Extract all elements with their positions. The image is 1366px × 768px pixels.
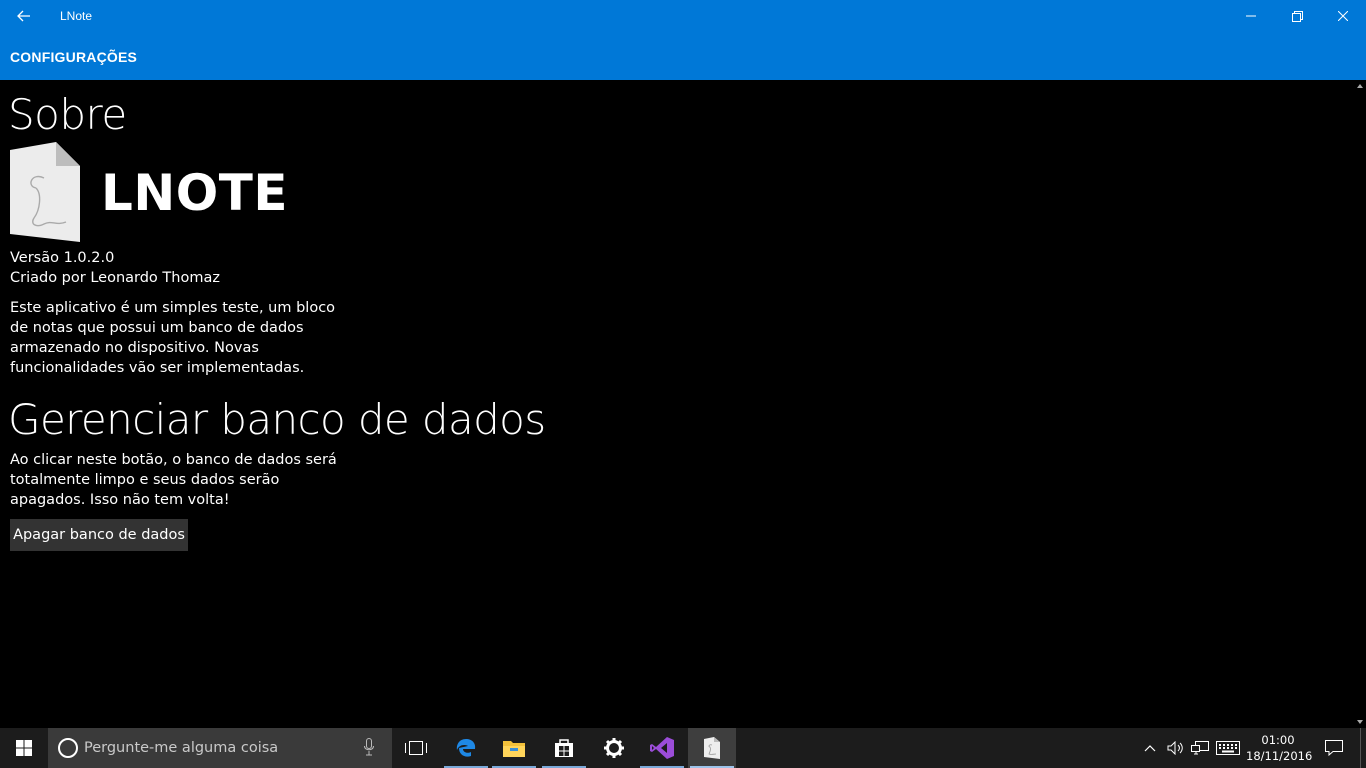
scroll-up-icon[interactable] [1357, 84, 1363, 88]
database-warning: Ao clicar neste botão, o banco de dados … [10, 452, 337, 508]
microphone-icon[interactable] [364, 738, 374, 756]
taskbar-file-explorer[interactable] [490, 728, 538, 768]
volume-icon [1167, 741, 1183, 755]
clock-time: 01:00 [1261, 733, 1295, 747]
show-desktop-button[interactable] [1360, 728, 1366, 768]
page-title: CONFIGURAÇÕES [10, 49, 138, 65]
vertical-scrollbar[interactable] [1356, 80, 1366, 728]
clock-date: 18/11/2016 [1246, 749, 1313, 763]
window-title: LNote [60, 9, 93, 23]
taskbar-lnote[interactable] [688, 728, 736, 768]
task-view-button[interactable] [392, 728, 440, 768]
app-description: Este aplicativo é um simples teste, um b… [10, 300, 336, 376]
taskbar-edge[interactable] [442, 728, 490, 768]
taskbar: Pergunte-me alguma coisa 01:00 18/11/201… [0, 728, 1366, 768]
restore-button[interactable] [1274, 0, 1320, 32]
windows-logo-icon [16, 740, 32, 756]
page-header: CONFIGURAÇÕES [0, 32, 1366, 80]
keyboard-icon [1216, 741, 1240, 755]
app-author: Criado por Leonardo Thomaz [10, 270, 220, 286]
cortana-icon [58, 738, 78, 758]
app-name: LNOTE [101, 164, 288, 222]
search-placeholder: Pergunte-me alguma coisa [84, 740, 279, 756]
network-button[interactable] [1190, 728, 1210, 768]
input-indicator-button[interactable] [1214, 728, 1242, 768]
back-button[interactable] [0, 0, 48, 32]
app-version: Versão 1.0.2.0 [10, 250, 115, 266]
taskbar-store[interactable] [540, 728, 588, 768]
settings-content: Sobre LNOTE Versão 1.0.2.0 Criado por Le… [0, 80, 1366, 728]
taskbar-visual-studio[interactable] [638, 728, 686, 768]
show-hidden-icons-button[interactable] [1140, 728, 1160, 768]
edge-icon [456, 739, 476, 757]
minimize-icon [1246, 15, 1256, 17]
settings-icon [604, 738, 624, 758]
about-heading: Sobre [8, 90, 127, 139]
close-icon [1338, 11, 1348, 21]
store-icon [555, 739, 573, 757]
volume-button[interactable] [1164, 728, 1188, 768]
minimize-button[interactable] [1228, 0, 1274, 32]
database-heading: Gerenciar banco de dados [8, 395, 546, 444]
taskbar-settings[interactable] [590, 728, 638, 768]
search-box[interactable]: Pergunte-me alguma coisa [48, 728, 392, 768]
chevron-up-icon [1144, 745, 1156, 752]
restore-icon [1291, 10, 1303, 22]
visual-studio-icon [650, 737, 674, 759]
lnote-document-icon [10, 142, 80, 242]
network-icon [1191, 741, 1209, 755]
taskbar-clock[interactable]: 01:00 18/11/2016 [1246, 732, 1313, 764]
scroll-down-icon[interactable] [1357, 720, 1363, 724]
close-button[interactable] [1320, 0, 1366, 32]
start-button[interactable] [0, 728, 48, 768]
file-explorer-icon [503, 741, 525, 757]
title-bar: LNote [0, 0, 1366, 32]
notification-icon [1325, 740, 1343, 756]
action-center-button[interactable] [1322, 728, 1346, 768]
back-arrow-icon [17, 10, 30, 22]
lnote-icon [704, 737, 720, 759]
delete-database-button[interactable]: Apagar banco de dados [10, 519, 188, 551]
task-view-icon [405, 741, 427, 755]
